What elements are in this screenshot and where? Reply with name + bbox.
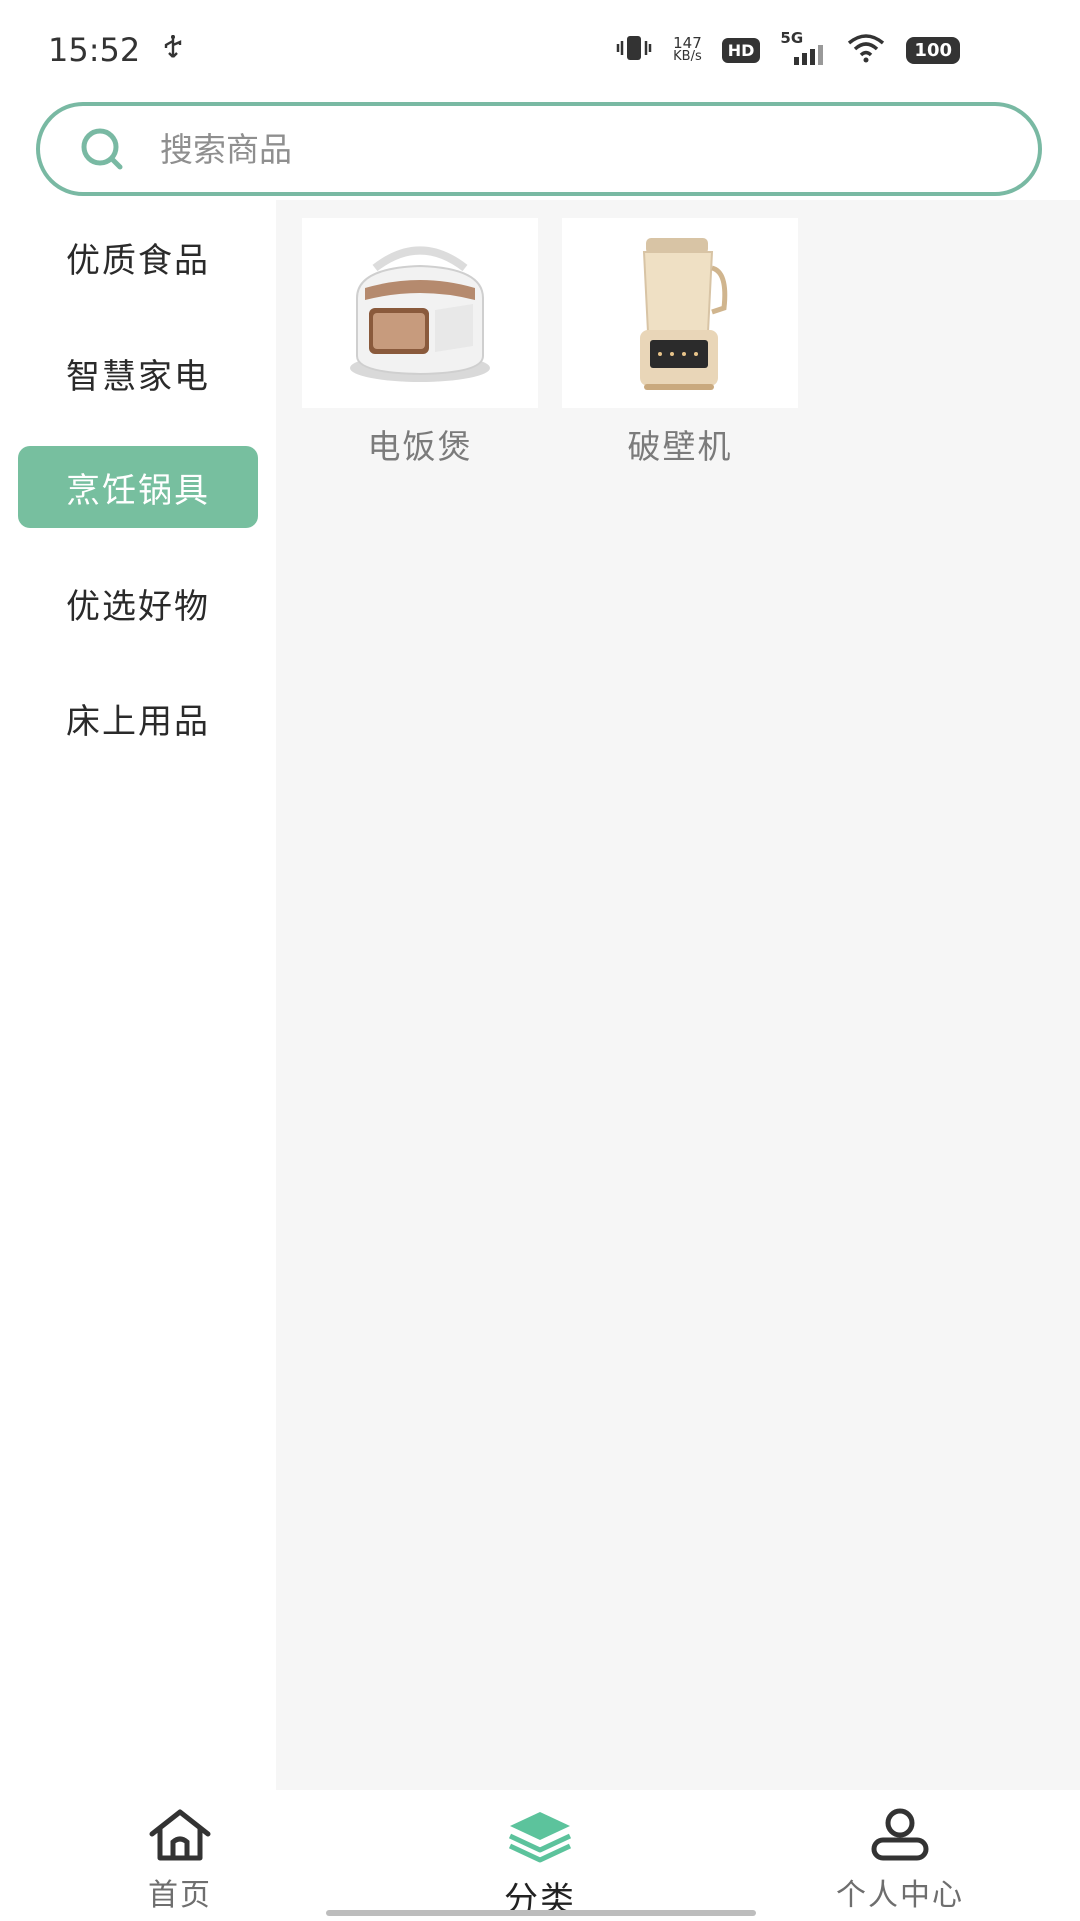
blender-image bbox=[562, 218, 798, 408]
sidebar-item-smart-appliances[interactable]: 智慧家电 bbox=[18, 332, 258, 414]
product-card[interactable]: 电饭煲 bbox=[302, 218, 538, 468]
sidebar-item-bedding[interactable]: 床上用品 bbox=[18, 677, 258, 759]
usb-icon bbox=[162, 31, 184, 69]
nav-profile-label: 个人中心 bbox=[836, 1878, 964, 1913]
wifi-icon bbox=[846, 33, 886, 67]
product-card[interactable]: 破壁机 bbox=[562, 218, 798, 468]
cellular-signal-icon: 5G bbox=[780, 29, 826, 67]
category-layers-icon bbox=[506, 1808, 574, 1868]
status-right: 147 KB/s HD 5G 100 bbox=[615, 29, 960, 67]
network-speed-unit: KB/s bbox=[673, 49, 702, 64]
search-icon bbox=[78, 124, 128, 174]
product-name: 破壁机 bbox=[627, 427, 733, 466]
product-name: 电饭煲 bbox=[367, 427, 473, 466]
user-icon bbox=[866, 1808, 934, 1866]
home-indicator[interactable] bbox=[326, 1910, 756, 1916]
home-icon bbox=[146, 1808, 214, 1866]
battery-indicator: 100 bbox=[906, 36, 960, 64]
sidebar-item-cookware[interactable]: 烹饪锅具 bbox=[18, 446, 258, 528]
sidebar-item-selected-goods[interactable]: 优选好物 bbox=[18, 562, 258, 644]
status-time: 15:52 bbox=[48, 31, 141, 69]
network-speed: 147 KB/s bbox=[673, 36, 702, 64]
product-grid: 电饭煲 破壁机 bbox=[276, 200, 1080, 1790]
nav-category[interactable]: 分类 bbox=[360, 1790, 720, 1920]
category-sidebar: 优质食品 智慧家电 烹饪锅具 优选好物 床上用品 bbox=[0, 200, 276, 1790]
rice-cooker-image bbox=[302, 218, 538, 408]
search-bar[interactable] bbox=[36, 102, 1042, 196]
vibrate-icon bbox=[615, 33, 653, 67]
sidebar-item-quality-food[interactable]: 优质食品 bbox=[18, 216, 258, 298]
nav-home-label: 首页 bbox=[148, 1878, 212, 1913]
nav-profile[interactable]: 个人中心 bbox=[720, 1790, 1080, 1920]
search-input[interactable] bbox=[158, 128, 958, 170]
hd-badge: HD bbox=[721, 37, 761, 63]
status-left: 15:52 bbox=[48, 31, 184, 69]
nav-home[interactable]: 首页 bbox=[0, 1790, 360, 1920]
bottom-nav: 首页 分类 个人中心 bbox=[0, 1790, 1080, 1920]
status-bar: 15:52 147 KB/s HD 5G 100 bbox=[0, 0, 1080, 100]
